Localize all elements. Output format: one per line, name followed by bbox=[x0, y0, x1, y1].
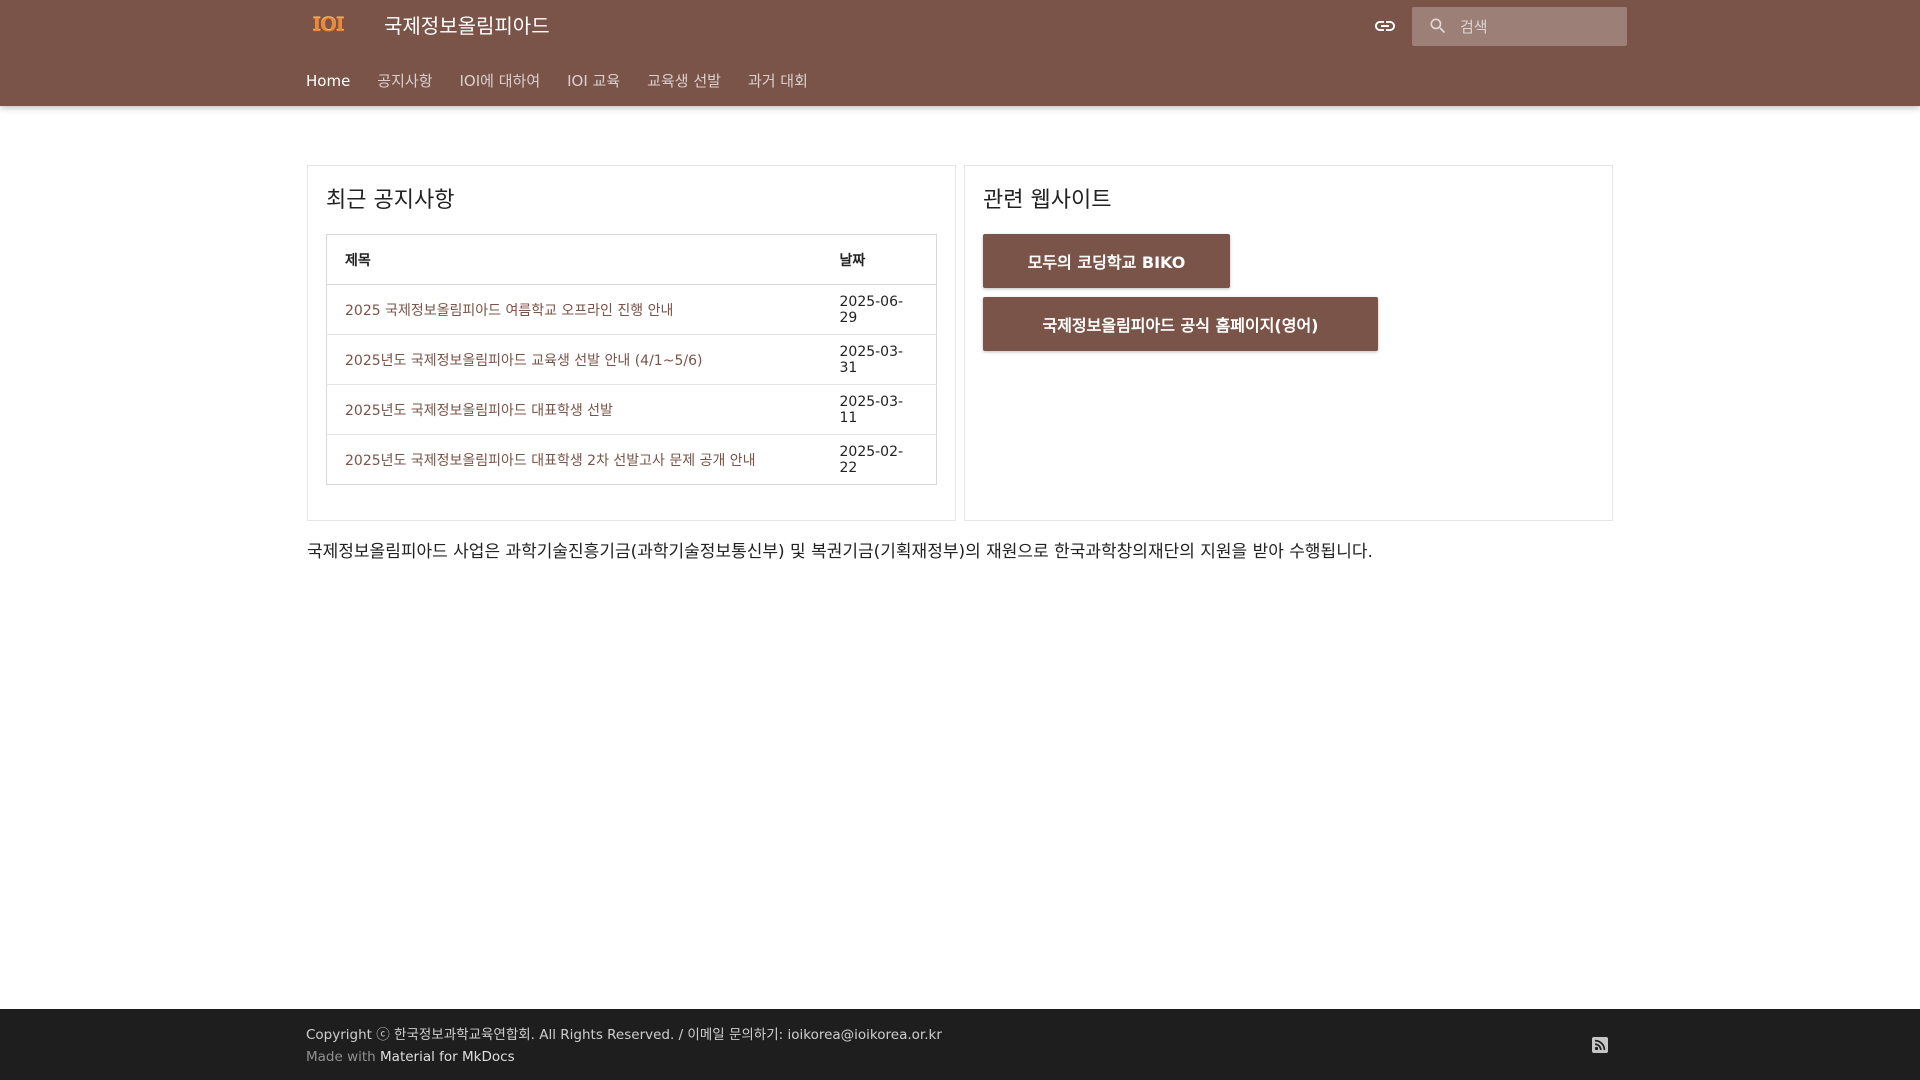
notices-table: 제목 날짜 2025 국제정보올림피아드 여름학교 오프라인 진행 안내 202… bbox=[326, 234, 937, 485]
tab-about-ioi[interactable]: IOI에 대하여 bbox=[460, 70, 541, 92]
search-icon bbox=[1430, 18, 1446, 34]
search-input[interactable] bbox=[1460, 7, 1620, 46]
notice-link[interactable]: 2025년도 국제정보올림피아드 교육생 선발 안내 (4/1~5/6) bbox=[345, 353, 702, 369]
site-header: IOI 국제정보올림피아드 Home 공지사항 IOI에 대하여 IOI 교육 … bbox=[0, 0, 1920, 106]
related-websites-heading: 관련 웹사이트 bbox=[983, 188, 1112, 213]
footer-text: Copyright ⓒ 한국정보과학교육연합회. All Rights Rese… bbox=[306, 1024, 942, 1068]
notice-date: 2025-02-22 bbox=[839, 443, 904, 476]
nav-tabs: Home 공지사항 IOI에 대하여 IOI 교육 교육생 선발 과거 대회 bbox=[306, 70, 835, 92]
table-row: 2025 국제정보올림피아드 여름학교 오프라인 진행 안내 2025-06-2… bbox=[326, 284, 937, 335]
copyright-text: Copyright ⓒ 한국정보과학교육연합회. All Rights Rese… bbox=[306, 1027, 942, 1043]
biko-button[interactable]: 모두의 코딩학교 BIKO bbox=[983, 234, 1230, 288]
notice-link[interactable]: 2025년도 국제정보올림피아드 대표학생 선발 bbox=[345, 403, 613, 419]
made-with-label: Made with bbox=[306, 1049, 376, 1065]
tab-notices[interactable]: 공지사항 bbox=[377, 70, 432, 92]
mkdocs-link[interactable]: Material for MkDocs bbox=[380, 1049, 515, 1065]
notice-date: 2025-03-31 bbox=[821, 334, 937, 385]
ioi-official-site-button[interactable]: 국제정보올림피아드 공식 홈페이지(영어) bbox=[983, 297, 1378, 351]
table-header-row: 제목 날짜 bbox=[326, 234, 937, 285]
related-websites-card: 관련 웹사이트 모두의 코딩학교 BIKO 국제정보올림피아드 공식 홈페이지(… bbox=[964, 165, 1613, 521]
funding-notice: 국제정보올림피아드 사업은 과학기술진흥기금(과학기술정보통신부) 및 복권기금… bbox=[307, 542, 1373, 562]
notice-link[interactable]: 2025 국제정보올림피아드 여름학교 오프라인 진행 안내 bbox=[345, 303, 673, 319]
made-with-line: Made with Material for MkDocs bbox=[306, 1046, 942, 1068]
site-footer: Copyright ⓒ 한국정보과학교육연합회. All Rights Rese… bbox=[0, 1009, 1920, 1080]
link-icon[interactable] bbox=[1372, 14, 1398, 38]
tab-home[interactable]: Home bbox=[306, 70, 350, 92]
notice-date: 2025-06-29 bbox=[821, 284, 937, 335]
recent-notices-heading: 최근 공지사항 bbox=[326, 188, 455, 213]
column-header-title: 제목 bbox=[326, 234, 822, 285]
notice-link[interactable]: 2025년도 국제정보올림피아드 대표학생 2차 선발고사 문제 공개 안내 bbox=[345, 453, 756, 469]
recent-notices-card: 최근 공지사항 제목 날짜 2025 국제정보올림피아드 여름학교 오프라인 진… bbox=[307, 165, 956, 521]
header-top-bar: IOI 국제정보올림피아드 bbox=[0, 0, 1920, 52]
search-box[interactable] bbox=[1412, 7, 1627, 46]
site-title[interactable]: 국제정보올림피아드 bbox=[384, 12, 550, 40]
tab-student-selection[interactable]: 교육생 선발 bbox=[647, 70, 721, 92]
tab-past-contests[interactable]: 과거 대회 bbox=[748, 70, 808, 92]
notice-date: 2025-03-11 bbox=[821, 384, 937, 435]
site-logo[interactable]: IOI bbox=[306, 12, 350, 38]
table-row: 2025년도 국제정보올림피아드 교육생 선발 안내 (4/1~5/6) 202… bbox=[326, 334, 937, 385]
tab-ioi-education[interactable]: IOI 교육 bbox=[567, 70, 620, 92]
column-header-date: 날짜 bbox=[821, 234, 937, 285]
table-row: 2025년도 국제정보올림피아드 대표학생 선발 2025-03-11 bbox=[326, 384, 937, 435]
rss-icon[interactable] bbox=[1592, 1037, 1608, 1053]
table-row: 2025년도 국제정보올림피아드 대표학생 2차 선발고사 문제 공개 안내 2… bbox=[327, 435, 937, 485]
